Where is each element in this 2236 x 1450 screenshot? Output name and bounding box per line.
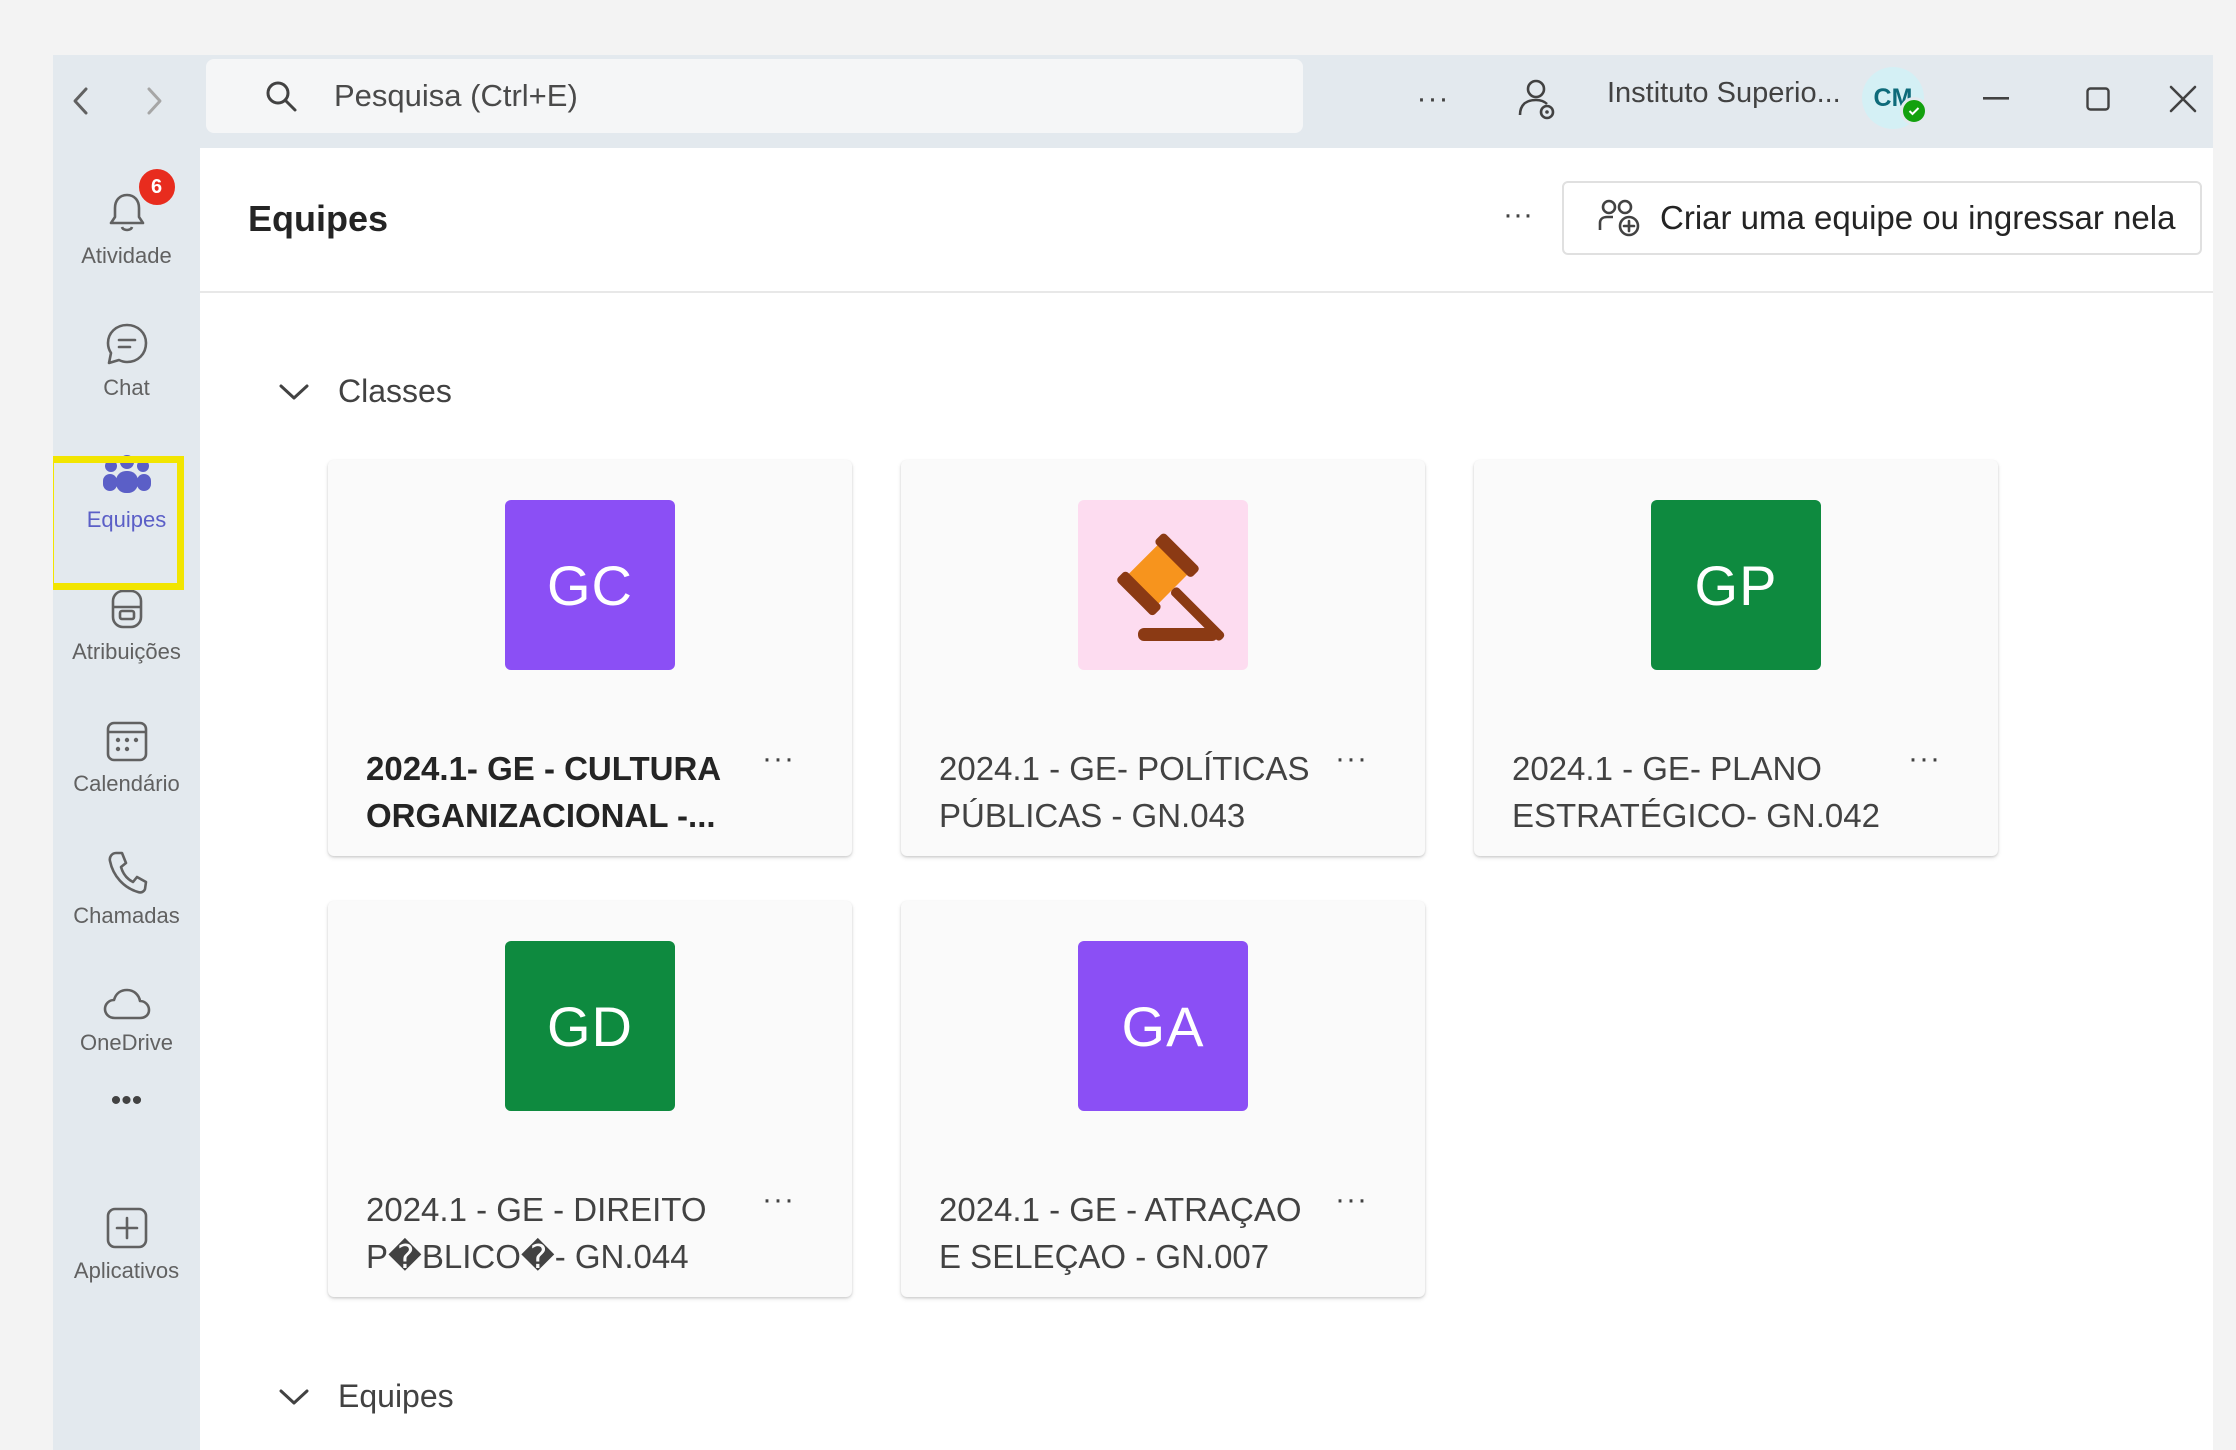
- section-equipes[interactable]: Equipes: [278, 1378, 454, 1415]
- rail-label: OneDrive: [80, 1030, 173, 1055]
- team-name: 2024.1 - GE - DIREITO P�BLICO�- GN.044: [366, 1186, 746, 1280]
- team-name: 2024.1 - GE - ATRAÇAO E SELEÇAO - GN.007: [939, 1186, 1319, 1280]
- back-button[interactable]: [53, 73, 109, 129]
- chevron-right-icon: [142, 86, 166, 116]
- team-more-button[interactable]: ···: [1908, 742, 1941, 776]
- team-more-button[interactable]: ···: [762, 742, 795, 776]
- presence-available-icon: [1900, 97, 1928, 125]
- rail-label: Atribuições: [72, 639, 181, 664]
- header-more-button[interactable]: ···: [1503, 198, 1533, 232]
- team-initials: GD: [547, 994, 633, 1058]
- rail-item-onedrive[interactable]: OneDrive: [53, 960, 200, 1080]
- calendar-icon: [105, 701, 149, 763]
- team-name: 2024.1- GE - CULTURA ORGANIZACIONAL -...: [366, 745, 746, 839]
- section-label: Equipes: [338, 1378, 454, 1414]
- more-icon: •••: [111, 1070, 143, 1132]
- maximize-icon: [2086, 87, 2110, 111]
- team-name-line: 2024.1 - GE- POLÍTICAS: [939, 750, 1310, 787]
- section-classes[interactable]: Classes: [278, 373, 452, 410]
- team-initials: GC: [547, 553, 633, 617]
- minimize-icon: [1983, 97, 2009, 101]
- rail-item-atividade[interactable]: 6 Atividade: [53, 167, 200, 293]
- cloud-icon: [102, 960, 152, 1022]
- rail-item-more[interactable]: •••: [53, 1070, 200, 1150]
- chevron-down-icon: [278, 382, 310, 402]
- phone-icon: [106, 833, 148, 895]
- create-team-label: Criar uma equipe ou ingressar nela: [1660, 199, 2176, 236]
- team-avatar: GA: [1078, 941, 1248, 1111]
- maximize-button[interactable]: [2063, 69, 2133, 129]
- team-card[interactable]: GP 2024.1 - GE- PLANO ESTRATÉGICO- GN.04…: [1474, 460, 1998, 856]
- team-name: 2024.1 - GE- PLANO ESTRATÉGICO- GN.042: [1512, 745, 1892, 839]
- forward-button[interactable]: [126, 73, 182, 129]
- rail-label: Calendário: [73, 771, 180, 796]
- team-name-line: ESTRATÉGICO- GN.042: [1512, 797, 1880, 834]
- team-initials: GP: [1694, 553, 1778, 617]
- people-settings-button[interactable]: [1507, 69, 1567, 129]
- team-more-button[interactable]: ···: [1335, 742, 1368, 776]
- main-header: Equipes ··· Criar uma equipe ou ingressa…: [200, 148, 2213, 293]
- team-avatar: [1078, 500, 1248, 670]
- rail-item-chamadas[interactable]: Chamadas: [53, 833, 200, 953]
- team-more-button[interactable]: ···: [762, 1183, 795, 1217]
- rail-label: Chat: [103, 375, 150, 400]
- title-bar: ··· Instituto Superio... CM: [53, 55, 2213, 148]
- rail-label: Aplicativos: [73, 1258, 180, 1283]
- team-name-line: P�BLICO�- GN.044: [366, 1238, 689, 1275]
- team-more-button[interactable]: ···: [1335, 1183, 1368, 1217]
- highlight-box: [53, 456, 184, 590]
- minimize-button[interactable]: [1961, 69, 2031, 129]
- team-name-line: E SELEÇAO - GN.007: [939, 1238, 1270, 1275]
- search-icon: [264, 79, 298, 113]
- chevron-down-icon: [278, 1387, 310, 1407]
- rail-label: Atividade: [81, 243, 172, 268]
- team-name-line: PÚBLICAS - GN.043: [939, 797, 1246, 834]
- team-name-line: 2024.1 - GE - DIREITO: [366, 1191, 707, 1228]
- person-settings-icon: [1516, 77, 1558, 121]
- team-name-line: 2024.1 - GE - ATRAÇAO: [939, 1191, 1302, 1228]
- chat-icon: [104, 305, 150, 367]
- team-avatar: GP: [1651, 500, 1821, 670]
- section-label: Classes: [338, 373, 452, 409]
- rail-item-aplicativos[interactable]: Aplicativos: [53, 1188, 200, 1308]
- avatar[interactable]: CM: [1862, 67, 1928, 129]
- main-content: Equipes ··· Criar uma equipe ou ingressa…: [200, 148, 2213, 1450]
- more-dots: •••: [110, 1084, 143, 1117]
- close-icon: [2169, 85, 2197, 113]
- bell-icon: 6: [107, 167, 177, 235]
- search-input[interactable]: [332, 77, 1136, 115]
- apps-icon: [105, 1188, 149, 1250]
- team-card[interactable]: GA 2024.1 - GE - ATRAÇAO E SELEÇAO - GN.…: [901, 901, 1425, 1297]
- notification-badge: 6: [136, 167, 177, 207]
- team-card[interactable]: GD 2024.1 - GE - DIREITO P�BLICO�- GN.04…: [328, 901, 852, 1297]
- chevron-left-icon: [69, 86, 93, 116]
- app-bar: 6 Atividade Chat Equipes Atribuições Cal…: [53, 148, 200, 1450]
- team-name: 2024.1 - GE- POLÍTICAS PÚBLICAS - GN.043: [939, 745, 1319, 839]
- team-initials: GA: [1121, 994, 1205, 1058]
- teams-window: ··· Instituto Superio... CM: [53, 55, 2213, 1450]
- create-team-button[interactable]: Criar uma equipe ou ingressar nela: [1562, 181, 2202, 255]
- close-button[interactable]: [2153, 69, 2213, 129]
- team-name-line: ORGANIZACIONAL -...: [366, 797, 716, 834]
- rail-item-chat[interactable]: Chat: [53, 305, 200, 425]
- team-avatar: GD: [505, 941, 675, 1111]
- team-card[interactable]: 2024.1 - GE- POLÍTICAS PÚBLICAS - GN.043…: [901, 460, 1425, 856]
- team-name-line: 2024.1 - GE- PLANO: [1512, 750, 1822, 787]
- team-avatar: GC: [505, 500, 675, 670]
- search-box[interactable]: [206, 59, 1303, 133]
- gavel-icon: [1078, 500, 1248, 670]
- organization-name[interactable]: Instituto Superio...: [1607, 77, 1841, 110]
- rail-label: Chamadas: [73, 903, 180, 928]
- page-title: Equipes: [248, 198, 389, 239]
- rail-item-calendario[interactable]: Calendário: [53, 701, 200, 821]
- team-card[interactable]: GC 2024.1- GE - CULTURA ORGANIZACIONAL -…: [328, 460, 852, 856]
- people-add-icon: [1598, 198, 1642, 238]
- team-name-line: 2024.1- GE - CULTURA: [366, 750, 722, 787]
- more-options-button[interactable]: ···: [1403, 69, 1463, 129]
